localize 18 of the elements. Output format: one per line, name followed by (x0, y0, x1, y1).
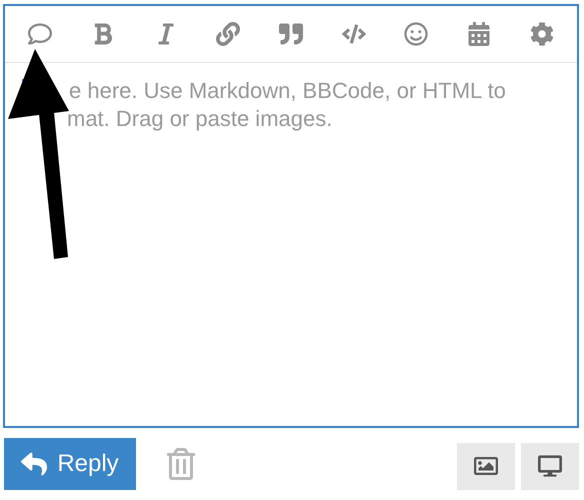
trash-icon (166, 448, 196, 480)
code-icon (342, 22, 366, 46)
smiley-icon (404, 22, 428, 46)
delete-button[interactable] (166, 448, 196, 480)
quote-icon (278, 22, 303, 46)
calendar-icon (466, 22, 491, 46)
speech-bubble-icon (28, 22, 52, 46)
settings-icon (530, 22, 554, 46)
image-icon (474, 454, 498, 478)
image-upload-button[interactable] (457, 442, 515, 490)
link-icon (216, 22, 240, 46)
reply-button[interactable]: Reply (4, 438, 136, 490)
reply-icon (21, 451, 48, 477)
composer-editor[interactable]: e here. Use Markdown, BBCode, or HTML to mat. Drag or paste images. (3, 4, 579, 428)
desktop-icon (538, 454, 562, 478)
placeholder-text: e here. Use Markdown, BBCode, or HTML to (68, 77, 507, 105)
preview-toggle-button[interactable] (521, 442, 579, 490)
placeholder-text: mat. Drag or paste images. (66, 105, 334, 133)
